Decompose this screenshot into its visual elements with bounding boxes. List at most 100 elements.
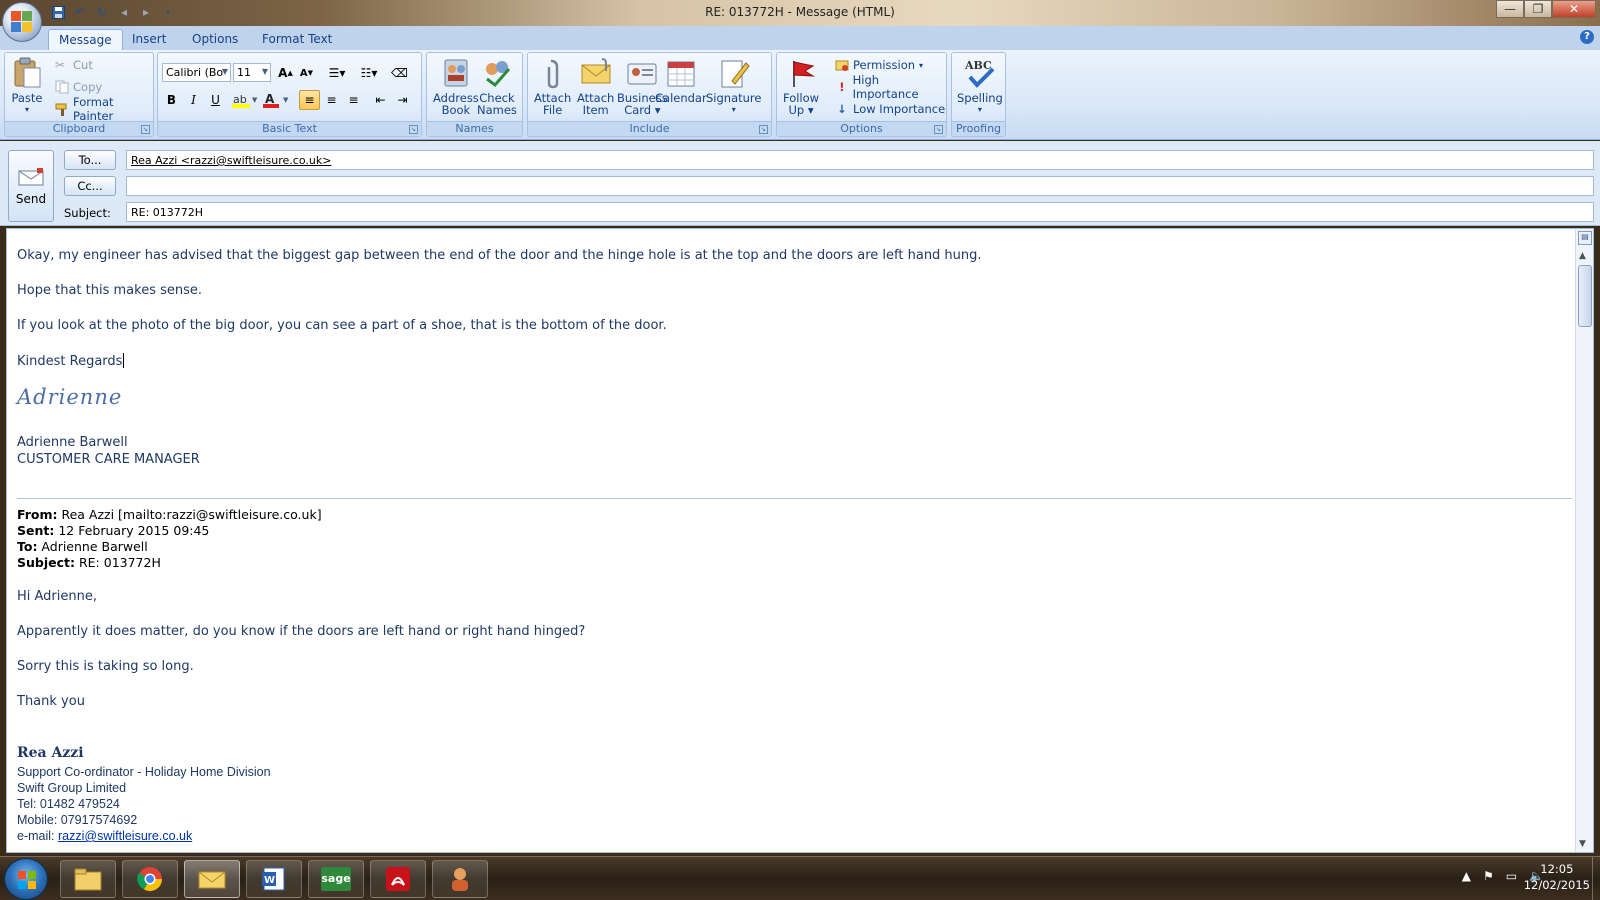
tab-format-text[interactable]: Format Text (252, 29, 342, 50)
bullets-button[interactable]: ☰▾ (322, 63, 352, 83)
word-taskbar-button[interactable]: W (246, 860, 302, 898)
quoted-greeting: Hi Adrienne, (17, 589, 97, 604)
proofing-group-label: Proofing (952, 121, 1005, 136)
font-size-combo[interactable]: 11 ▼ (233, 63, 271, 82)
paste-dropdown-icon: ▾ (24, 105, 29, 114)
chrome-taskbar-button[interactable] (122, 860, 178, 898)
subject-label: Subject: (64, 206, 111, 220)
high-importance-button[interactable]: ! High Importance (835, 73, 946, 101)
font-color-icon: A ▼ (263, 92, 289, 108)
start-button[interactable] (4, 858, 48, 900)
scroll-down-icon[interactable]: ▼ (1579, 839, 1586, 849)
align-center-button[interactable]: ≡ (321, 90, 342, 110)
message-header: Send To... Rea Azzi <razzi@swiftleisure.… (0, 141, 1600, 226)
signature-button[interactable]: Signature ▾ (706, 57, 761, 116)
subject-field[interactable]: RE: 013772H (126, 202, 1594, 222)
rea-signature-mobile: Mobile: 07917574692 (17, 813, 138, 827)
vertical-scrollbar[interactable]: ▤ ▲ ▼ (1575, 229, 1593, 852)
copy-button[interactable]: Copy (55, 77, 102, 97)
decrease-indent-button[interactable]: ⇤ (370, 90, 391, 110)
attach-item-button[interactable]: Attach Item (577, 57, 614, 116)
check-names-button[interactable]: Check Names (477, 57, 517, 116)
attach-file-button[interactable]: Attach File (534, 57, 571, 116)
action-center-flag-icon[interactable]: ⚑ (1483, 869, 1494, 883)
quoted-line-3: Thank you (17, 694, 85, 709)
business-card-label-text: Card (624, 103, 652, 117)
message-body[interactable]: Okay, my engineer has advised that the b… (6, 228, 1594, 853)
ribbon: Paste ▾ ✂ Cut Copy Format Painter Clipbo… (0, 50, 1600, 140)
font-size-value: 11 (237, 66, 251, 79)
outlook-taskbar-button[interactable] (184, 860, 240, 898)
align-right-button[interactable]: ≡ (343, 90, 364, 110)
underline-button[interactable]: U (205, 90, 226, 110)
ruler-toggle-icon[interactable]: ▤ (1578, 231, 1592, 245)
italic-button[interactable]: I (183, 90, 204, 110)
bullets-icon: ☰▾ (328, 66, 346, 80)
tab-options[interactable]: Options (182, 29, 248, 50)
chevron-down-icon: ▼ (221, 67, 228, 76)
explorer-taskbar-button[interactable] (60, 860, 116, 898)
font-color-button[interactable]: A ▼ (262, 90, 292, 110)
acrobat-taskbar-button[interactable] (370, 860, 426, 898)
clear-formatting-button[interactable]: ⌫ (389, 63, 410, 83)
bold-button[interactable]: B (161, 90, 182, 110)
address-book-button[interactable]: Address Book (433, 57, 479, 116)
format-painter-label: Format Painter (73, 95, 114, 123)
restore-button[interactable]: ❐ (1524, 0, 1552, 18)
clipboard-launcher-icon[interactable]: ↘ (141, 125, 150, 134)
send-button[interactable]: Send (8, 150, 54, 222)
sender-title: CUSTOMER CARE MANAGER (17, 452, 200, 467)
numbering-button[interactable]: ☷▾ (354, 63, 384, 83)
align-left-button[interactable]: ≡ (299, 90, 320, 110)
increase-indent-button[interactable]: ⇥ (392, 90, 413, 110)
window-controls: — ❐ ✕ (1496, 0, 1596, 18)
office-logo-icon (11, 11, 33, 33)
rea-signature-email: e-mail: razzi@swiftleisure.co.uk (17, 829, 192, 843)
to-recipient[interactable]: Rea Azzi <razzi@swiftleisure.co.uk> (131, 154, 331, 167)
options-launcher-icon[interactable]: ↘ (934, 125, 943, 134)
tab-message[interactable]: Message (48, 29, 123, 50)
font-name-combo[interactable]: Calibri (Bo ▼ (162, 63, 231, 82)
tab-insert[interactable]: Insert (122, 29, 176, 50)
include-launcher-icon[interactable]: ↘ (759, 125, 768, 134)
to-button[interactable]: To... (64, 150, 116, 170)
grow-font-button[interactable]: A ▲ (275, 63, 296, 83)
copy-label: Copy (73, 80, 103, 94)
help-icon[interactable]: ? (1580, 30, 1594, 44)
system-clock[interactable]: 12:05 12/02/2015 (1524, 861, 1590, 893)
follow-up-button[interactable]: Follow Up ▾ (783, 57, 819, 116)
spelling-button[interactable]: ABC Spelling ▾ (957, 57, 1003, 116)
user-app-taskbar-button[interactable] (432, 860, 488, 898)
show-hidden-icons-icon[interactable]: ▲ (1462, 869, 1471, 883)
scroll-up-icon[interactable]: ▲ (1579, 251, 1586, 261)
email-link[interactable]: razzi@swiftleisure.co.uk (58, 829, 192, 843)
cc-button[interactable]: Cc... (64, 176, 116, 196)
paste-label: Paste (11, 91, 43, 105)
highlight-button[interactable]: ab ▼ (231, 90, 261, 110)
check-names-icon (481, 57, 513, 89)
rea-signature-title: Support Co-ordinator - Holiday Home Divi… (17, 765, 271, 779)
shrink-font-button[interactable]: A ▼ (296, 63, 317, 83)
paste-button[interactable]: Paste ▾ (11, 57, 43, 116)
quoted-to: To: Adrienne Barwell (17, 539, 148, 554)
cut-button[interactable]: ✂ Cut (55, 55, 93, 75)
low-importance-button[interactable]: ↓ Low Importance (835, 99, 945, 119)
follow-up-label-2: Up ▾ (788, 103, 814, 117)
cc-field[interactable] (126, 176, 1594, 196)
body-line-2: Hope that this makes sense. (17, 283, 203, 298)
to-field[interactable]: Rea Azzi <razzi@swiftleisure.co.uk> (126, 150, 1594, 170)
scroll-thumb[interactable] (1578, 265, 1592, 327)
show-desktop-button[interactable] (1592, 857, 1600, 900)
close-button[interactable]: ✕ (1552, 0, 1596, 18)
permission-label: Permission (853, 58, 916, 72)
office-button[interactable] (2, 2, 42, 42)
calendar-button[interactable]: Calendar (655, 57, 707, 104)
sage-taskbar-button[interactable]: sage (308, 860, 364, 898)
minimize-button[interactable]: — (1496, 0, 1524, 18)
user-icon (452, 868, 468, 891)
permission-button[interactable]: Permission ▾ (835, 55, 923, 75)
paintbrush-icon (55, 102, 69, 116)
basic-text-launcher-icon[interactable]: ↘ (409, 125, 418, 134)
format-painter-button[interactable]: Format Painter (55, 95, 153, 123)
network-icon[interactable]: ▭ (1506, 869, 1517, 883)
